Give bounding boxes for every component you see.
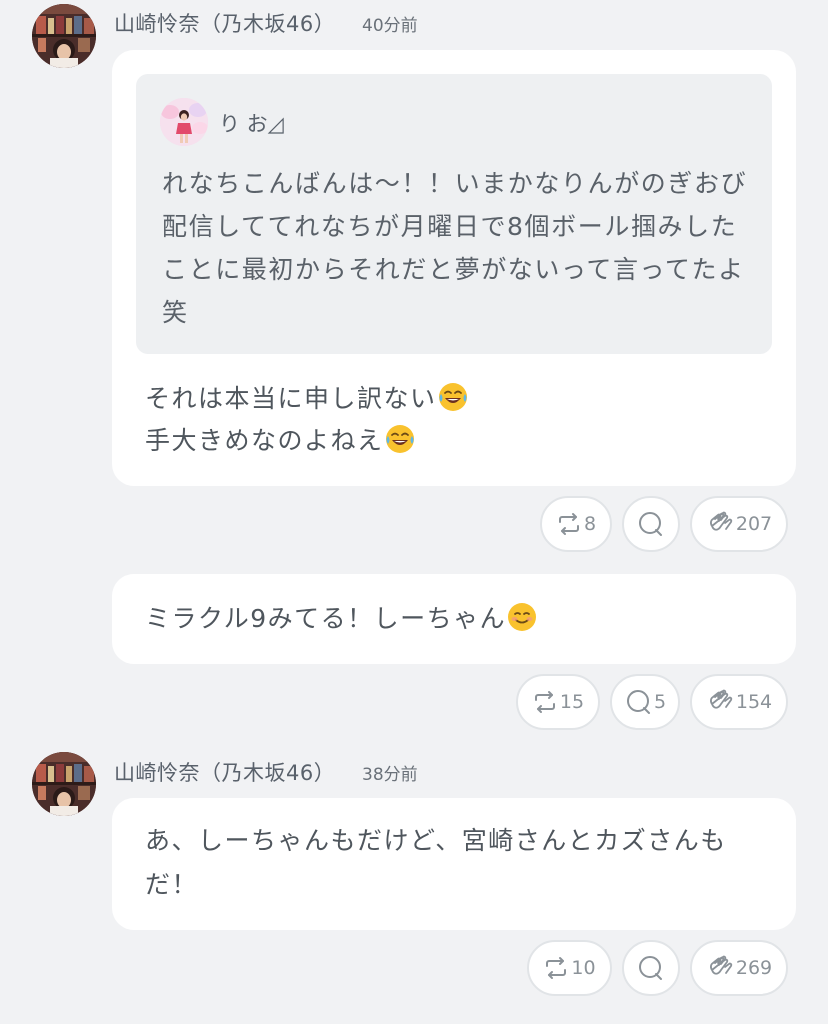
quote-author-avatar <box>160 98 208 146</box>
repost-icon <box>556 511 582 537</box>
reply-line-text: それは本当に申し訳ない <box>145 384 437 413</box>
clap-count: 207 <box>735 513 773 535</box>
clap-button[interactable]: 269 <box>690 940 788 996</box>
message-bubble: あ、しーちゃんもだけど、宮崎さんとカズさんも だ！ <box>112 798 796 930</box>
clap-count: 154 <box>735 691 773 713</box>
message-line: だ！ <box>145 870 199 899</box>
clap-icon <box>706 954 734 982</box>
comment-button[interactable] <box>622 940 680 996</box>
repost-count: 8 <box>583 513 597 535</box>
comment-icon <box>624 688 652 716</box>
quote-author-name: り お◿ <box>219 112 284 136</box>
post-timestamp: 38分前 <box>362 765 418 785</box>
comment-icon <box>636 954 664 982</box>
repost-icon <box>532 689 558 715</box>
face-with-tears-of-joy-icon <box>384 423 416 455</box>
clap-icon <box>706 688 734 716</box>
quote-text: れなちこんばんは〜！！いまかなりんがのぎおび配信しててれなちが月曜日で8個ボール… <box>162 169 748 327</box>
repost-button[interactable]: 10 <box>527 940 612 996</box>
comment-button[interactable] <box>622 496 680 552</box>
author-name[interactable]: 山崎怜奈（乃木坂46） <box>114 757 335 787</box>
avatar-image <box>32 752 96 816</box>
reply-line-text: 手大きめなのよねえ <box>145 426 384 455</box>
comment-icon <box>636 510 664 538</box>
face-with-tears-of-joy-icon <box>437 381 469 413</box>
author-avatar[interactable] <box>32 752 96 816</box>
author-name[interactable]: 山崎怜奈（乃木坂46） <box>114 8 335 38</box>
clap-button[interactable]: 154 <box>690 674 788 730</box>
post-timestamp: 40分前 <box>362 16 418 36</box>
repost-button[interactable]: 8 <box>540 496 612 552</box>
repost-count: 10 <box>571 957 596 979</box>
message-text: ミラクル9みてる！しーちゃん <box>145 598 538 640</box>
quote-avatar-image <box>160 98 208 146</box>
comment-count: 5 <box>653 691 667 713</box>
reply-line: それは本当に申し訳ない <box>145 378 469 420</box>
author-avatar[interactable] <box>32 4 96 68</box>
clap-button[interactable]: 207 <box>690 496 788 552</box>
comment-button[interactable]: 5 <box>610 674 680 730</box>
clap-icon <box>706 510 734 538</box>
message-line: あ、しーちゃんもだけど、宮崎さんとカズさんも <box>145 826 727 855</box>
message-bubble: ミラクル9みてる！しーちゃん <box>112 574 796 664</box>
message-bubble: り お◿ れなちこんばんは〜！！いまかなりんがのぎおび配信しててれなちが月曜日で… <box>112 50 796 486</box>
repost-icon <box>543 955 569 981</box>
clap-count: 269 <box>735 957 773 979</box>
smiling-face-icon <box>506 601 538 633</box>
message-line-text: ミラクル9みてる！しーちゃん <box>145 604 507 633</box>
repost-count: 15 <box>559 691 585 713</box>
reply-line: 手大きめなのよねえ <box>145 420 416 462</box>
avatar-image <box>32 4 96 68</box>
repost-button[interactable]: 15 <box>516 674 600 730</box>
quoted-comment[interactable]: り お◿ れなちこんばんは〜！！いまかなりんがのぎおび配信しててれなちが月曜日で… <box>136 74 772 354</box>
